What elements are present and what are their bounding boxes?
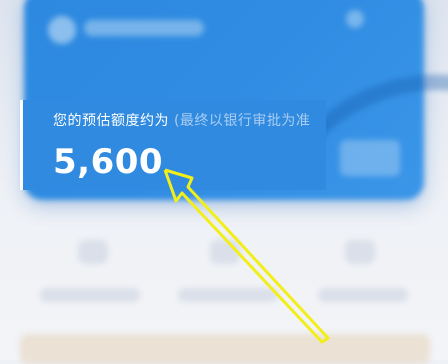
arrow-annotation-icon xyxy=(163,168,330,344)
